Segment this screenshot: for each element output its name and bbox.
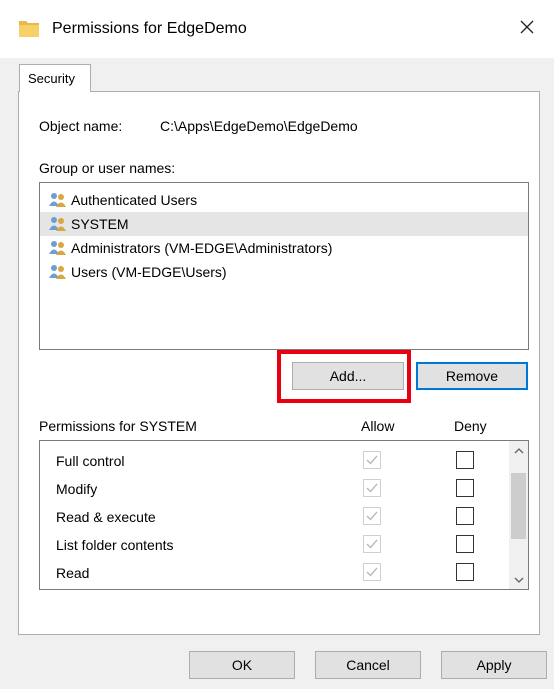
object-name-value: C:\Apps\EdgeDemo\EdgeDemo bbox=[160, 118, 358, 134]
group-user-list[interactable]: Authenticated Users SYSTEM Administrator… bbox=[39, 182, 529, 350]
permission-row: Modify bbox=[40, 475, 510, 503]
allow-checkbox[interactable] bbox=[363, 563, 381, 581]
scroll-down-icon[interactable] bbox=[509, 570, 528, 589]
permissions-list[interactable]: Full control Modify Read & execute List … bbox=[39, 440, 529, 590]
list-item[interactable]: Authenticated Users bbox=[40, 188, 528, 212]
list-item-label: Authenticated Users bbox=[71, 192, 198, 208]
list-item-label: SYSTEM bbox=[71, 216, 129, 232]
tab-security[interactable]: Security bbox=[19, 64, 91, 92]
allow-header: Allow bbox=[361, 418, 395, 434]
allow-checkbox[interactable] bbox=[363, 451, 381, 469]
permissions-title: Permissions for SYSTEM bbox=[39, 418, 197, 434]
allow-checkbox[interactable] bbox=[363, 507, 381, 525]
object-name-label: Object name: bbox=[39, 118, 123, 134]
list-item[interactable]: Users (VM-EDGE\Users) bbox=[40, 260, 528, 284]
scrollbar-thumb[interactable] bbox=[511, 473, 526, 539]
list-item-label: Administrators (VM-EDGE\Administrators) bbox=[71, 240, 333, 256]
deny-checkbox[interactable] bbox=[456, 451, 474, 469]
apply-button[interactable]: Apply bbox=[441, 651, 547, 679]
scroll-up-icon[interactable] bbox=[509, 441, 528, 460]
deny-checkbox[interactable] bbox=[456, 563, 474, 581]
permission-row: Read bbox=[40, 559, 510, 587]
permission-name: Full control bbox=[56, 453, 125, 469]
permission-row: Full control bbox=[40, 447, 510, 475]
users-icon bbox=[48, 216, 68, 232]
ok-button[interactable]: OK bbox=[189, 651, 295, 679]
list-item-label: Users (VM-EDGE\Users) bbox=[71, 264, 227, 280]
group-user-names-label: Group or user names: bbox=[39, 160, 176, 176]
list-item[interactable]: SYSTEM bbox=[40, 212, 528, 236]
deny-header: Deny bbox=[454, 418, 487, 434]
permission-name: Read bbox=[56, 565, 90, 581]
permission-name: Modify bbox=[56, 481, 98, 497]
folder-icon bbox=[18, 18, 40, 38]
window-title: Permissions for EdgeDemo bbox=[52, 20, 247, 37]
permissions-scrollbar[interactable] bbox=[509, 441, 528, 589]
users-icon bbox=[48, 264, 68, 280]
title-bar: Permissions for EdgeDemo bbox=[0, 0, 554, 58]
close-icon[interactable] bbox=[512, 12, 542, 42]
users-icon bbox=[48, 192, 68, 208]
deny-checkbox[interactable] bbox=[456, 507, 474, 525]
permission-name: Read & execute bbox=[56, 509, 156, 525]
users-icon bbox=[48, 240, 68, 256]
cancel-button[interactable]: Cancel bbox=[315, 651, 421, 679]
add-button[interactable]: Add... bbox=[292, 362, 404, 390]
permission-row: List folder contents bbox=[40, 531, 510, 559]
permission-name: List folder contents bbox=[56, 537, 174, 553]
permission-row: Read & execute bbox=[40, 503, 510, 531]
allow-checkbox[interactable] bbox=[363, 535, 381, 553]
list-item[interactable]: Administrators (VM-EDGE\Administrators) bbox=[40, 236, 528, 260]
remove-button[interactable]: Remove bbox=[416, 362, 528, 390]
deny-checkbox[interactable] bbox=[456, 479, 474, 497]
allow-checkbox[interactable] bbox=[363, 479, 381, 497]
deny-checkbox[interactable] bbox=[456, 535, 474, 553]
